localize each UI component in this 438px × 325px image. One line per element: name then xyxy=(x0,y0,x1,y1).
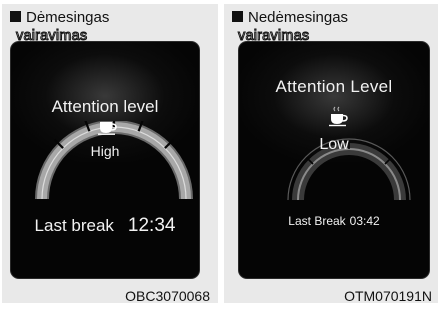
attention-level-title: Attention level xyxy=(51,97,159,116)
bullet-square-icon xyxy=(232,11,243,22)
coffee-cup-icon xyxy=(98,122,117,135)
attention-level-title: Attention Level xyxy=(275,77,393,96)
cluster-display: Attention level High Last break 12:34 xyxy=(11,42,199,278)
caption-line-1: Dėmesingas xyxy=(26,9,110,26)
gauge-fill xyxy=(37,122,191,200)
steaming-coffee-cup-icon xyxy=(329,106,348,127)
last-break-row: Last break 12:34 xyxy=(11,215,199,237)
last-break-row: Last Break 03:42 xyxy=(239,214,429,228)
last-break-label: Last break xyxy=(34,216,114,235)
panel-caption: Nedėmesingas vairavimas xyxy=(232,9,349,45)
caption-line-1: Nedėmesingas xyxy=(248,9,349,26)
last-break-time: 03:42 xyxy=(349,214,380,228)
figure-code: OBC3070068 xyxy=(125,288,210,304)
gauge-track xyxy=(292,143,406,201)
figure-code: OTM070191N xyxy=(344,288,432,304)
inattentive-driving-panel: Nedėmesingas vairavimas Attention Level … xyxy=(224,4,438,303)
attention-level-value: Low xyxy=(319,136,349,153)
panel-caption: Dėmesingas vairavimas xyxy=(10,9,110,45)
last-break-time: 12:34 xyxy=(127,215,176,236)
gauge-highlight xyxy=(41,126,187,200)
last-break-label: Last Break xyxy=(288,214,346,228)
cluster-display: Attention Level Low Last Break 03:42 xyxy=(239,42,429,278)
gauge-track xyxy=(35,121,193,200)
bullet-square-icon xyxy=(10,11,21,22)
attention-level-value: High xyxy=(90,143,120,159)
attentive-driving-panel: Dėmesingas vairavimas Attention level Hi… xyxy=(2,4,218,303)
